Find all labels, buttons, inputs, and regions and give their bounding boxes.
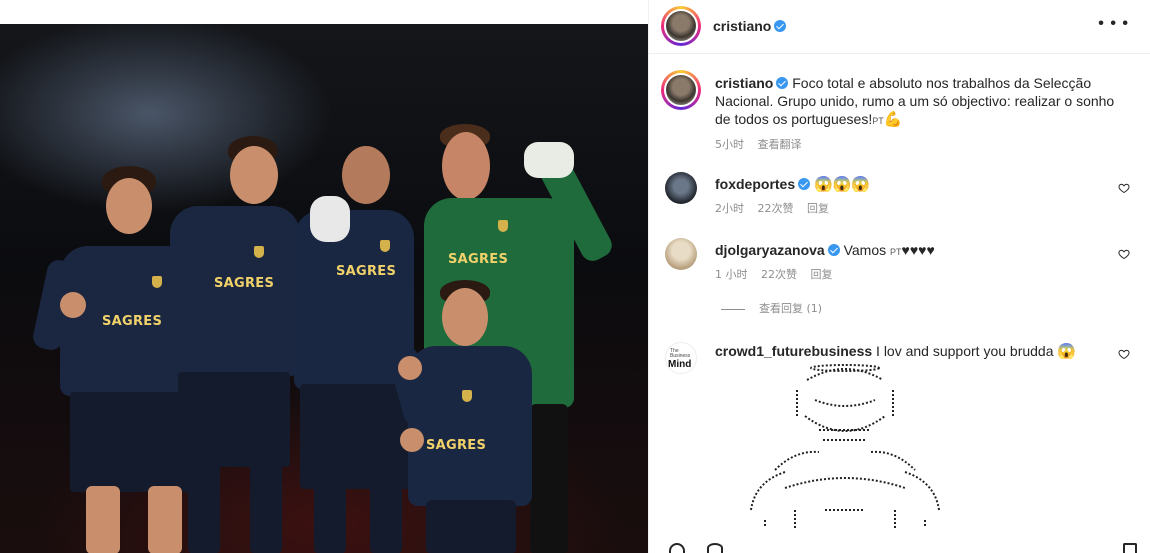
verified-badge-icon: [776, 77, 789, 89]
jersey-sponsor-label: SAGRES: [214, 276, 275, 291]
comment-item: crowd1_futurebusiness I lov and support …: [715, 342, 1076, 361]
caption-author-avatar[interactable]: [661, 70, 701, 110]
author-avatar[interactable]: [661, 6, 701, 46]
player-figure: SAGRES: [385, 280, 536, 553]
verified-badge-icon: [774, 20, 787, 32]
comment-timestamp[interactable]: 2小时: [715, 202, 744, 215]
comment-meta: 1 小时 22次赞 回复: [715, 266, 843, 282]
comment-item: djolgaryazanova Vamos PT♥♥♥♥: [715, 241, 935, 261]
author-username[interactable]: cristiano: [713, 18, 787, 34]
comment-username[interactable]: crowd1_futurebusiness: [715, 343, 872, 359]
hearts-emoji: ♥♥♥♥: [901, 242, 935, 258]
like-comment-heart-icon[interactable]: [1118, 348, 1130, 360]
jersey-sponsor-label: SAGRES: [448, 252, 509, 267]
comment-likes-count[interactable]: 22次赞: [761, 268, 797, 281]
reply-button[interactable]: 回复: [807, 202, 829, 215]
post-actions-bar: [649, 543, 1150, 553]
commenter-avatar[interactable]: [665, 172, 697, 204]
verified-badge-icon: [827, 244, 840, 256]
comment-text: Vamos: [843, 242, 887, 258]
view-replies-link[interactable]: 查看回复 (1): [721, 300, 822, 316]
braille-art-image: [750, 364, 940, 528]
post-details-panel: cristiano • • • cristiano Foco total e a…: [648, 0, 1150, 553]
jersey-sponsor-label: SAGRES: [426, 438, 487, 453]
scream-emoji: 😱😱😱: [814, 176, 871, 193]
commenter-avatar[interactable]: The Business Mind: [665, 342, 697, 374]
like-heart-icon[interactable]: [669, 543, 685, 553]
post-photo[interactable]: SAGRES SAGRES SAGRES SAGRES SAGRES: [0, 24, 648, 553]
post-header: cristiano • • •: [649, 0, 1150, 54]
photo-top-margin: [0, 0, 648, 24]
caption-meta: 5小时 查看翻译: [715, 136, 812, 152]
comment-likes-count[interactable]: 22次赞: [758, 202, 794, 215]
caption-text: Foco total e absoluto nos trabalhos da S…: [715, 75, 1115, 127]
player-figure: SAGRES: [150, 136, 300, 553]
portugal-flag-icon: PT: [872, 116, 884, 126]
more-options-icon[interactable]: • • •: [1098, 16, 1129, 32]
comment-icon[interactable]: [707, 543, 723, 553]
post-photo-panel: SAGRES SAGRES SAGRES SAGRES SAGRES: [0, 0, 648, 553]
flexed-biceps-emoji: 💪: [883, 111, 903, 128]
comment-username[interactable]: djolgaryazanova: [715, 242, 825, 258]
replies-divider-line: [721, 308, 745, 310]
verified-badge-icon: [798, 178, 811, 190]
like-comment-heart-icon[interactable]: [1118, 248, 1130, 260]
caption-timestamp[interactable]: 5小时: [715, 138, 744, 151]
comment-meta: 2小时 22次赞 回复: [715, 200, 839, 216]
scream-emoji: 😱: [1057, 343, 1077, 360]
comment-item: foxdeportes 😱😱😱: [715, 175, 870, 194]
bookmark-icon[interactable]: [1123, 543, 1137, 553]
post-caption: cristiano Foco total e absoluto nos trab…: [715, 74, 1125, 130]
portugal-flag-icon: PT: [890, 247, 902, 257]
jersey-sponsor-label: SAGRES: [336, 264, 397, 279]
see-translation-link[interactable]: 查看翻译: [758, 138, 802, 151]
commenter-avatar[interactable]: [665, 238, 697, 270]
caption-username[interactable]: cristiano: [715, 75, 773, 91]
comment-username[interactable]: foxdeportes: [715, 176, 795, 192]
reply-button[interactable]: 回复: [811, 268, 833, 281]
comment-text: I lov and support you brudda: [876, 343, 1054, 359]
like-comment-heart-icon[interactable]: [1118, 182, 1130, 194]
comment-timestamp[interactable]: 1 小时: [715, 268, 748, 281]
